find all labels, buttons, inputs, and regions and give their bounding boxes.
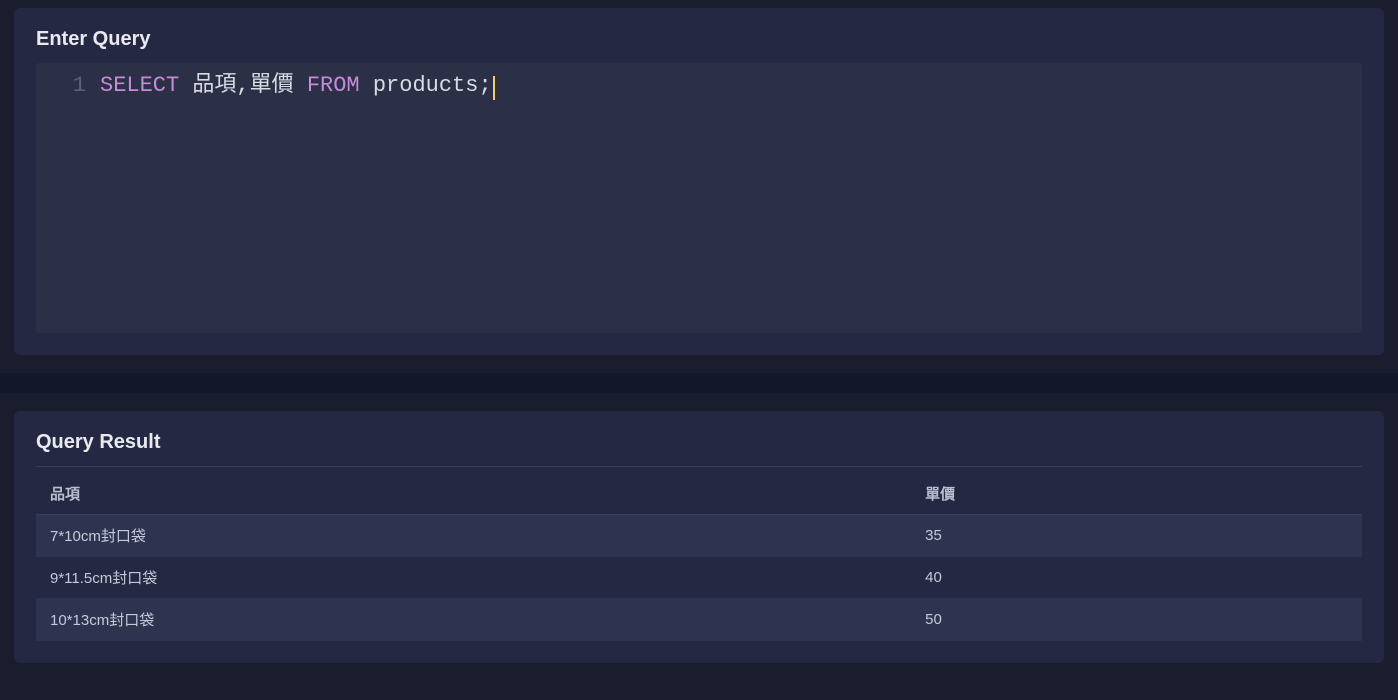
keyword-from: FROM [307, 73, 360, 98]
cell-item: 10*13cm封口袋 [36, 599, 911, 641]
cell-item: 7*10cm封口袋 [36, 515, 911, 557]
semicolon: ; [478, 73, 491, 98]
query-panel: Enter Query 1 SELECT 品項,單價 FROM products… [14, 8, 1384, 355]
result-table: 品項 單價 7*10cm封口袋 35 9*11.5cm封口袋 40 10*13c… [36, 473, 1362, 641]
keyword-select: SELECT [100, 73, 179, 98]
col-header-price: 單價 [911, 473, 1362, 515]
result-title: Query Result [36, 431, 1362, 454]
cell-price: 35 [911, 515, 1362, 557]
editor-line: 1 SELECT 品項,單價 FROM products; [36, 71, 1362, 102]
table-header-row: 品項 單價 [36, 473, 1362, 515]
cell-price: 50 [911, 599, 1362, 641]
cell-item: 9*11.5cm封口袋 [36, 557, 911, 599]
panel-divider [0, 373, 1398, 393]
table-name: products [360, 73, 479, 98]
line-number: 1 [36, 71, 100, 102]
cursor-icon [493, 76, 495, 100]
columns: 品項,單價 [179, 73, 307, 98]
col-header-item: 品項 [36, 473, 911, 515]
table-row: 7*10cm封口袋 35 [36, 515, 1362, 557]
cell-price: 40 [911, 557, 1362, 599]
result-separator [36, 466, 1362, 467]
result-panel: Query Result 品項 單價 7*10cm封口袋 35 9*11.5cm… [14, 411, 1384, 663]
code-content[interactable]: SELECT 品項,單價 FROM products; [100, 71, 495, 102]
sql-editor[interactable]: 1 SELECT 品項,單價 FROM products; [36, 63, 1362, 333]
query-title: Enter Query [36, 28, 1362, 51]
table-row: 10*13cm封口袋 50 [36, 599, 1362, 641]
table-row: 9*11.5cm封口袋 40 [36, 557, 1362, 599]
